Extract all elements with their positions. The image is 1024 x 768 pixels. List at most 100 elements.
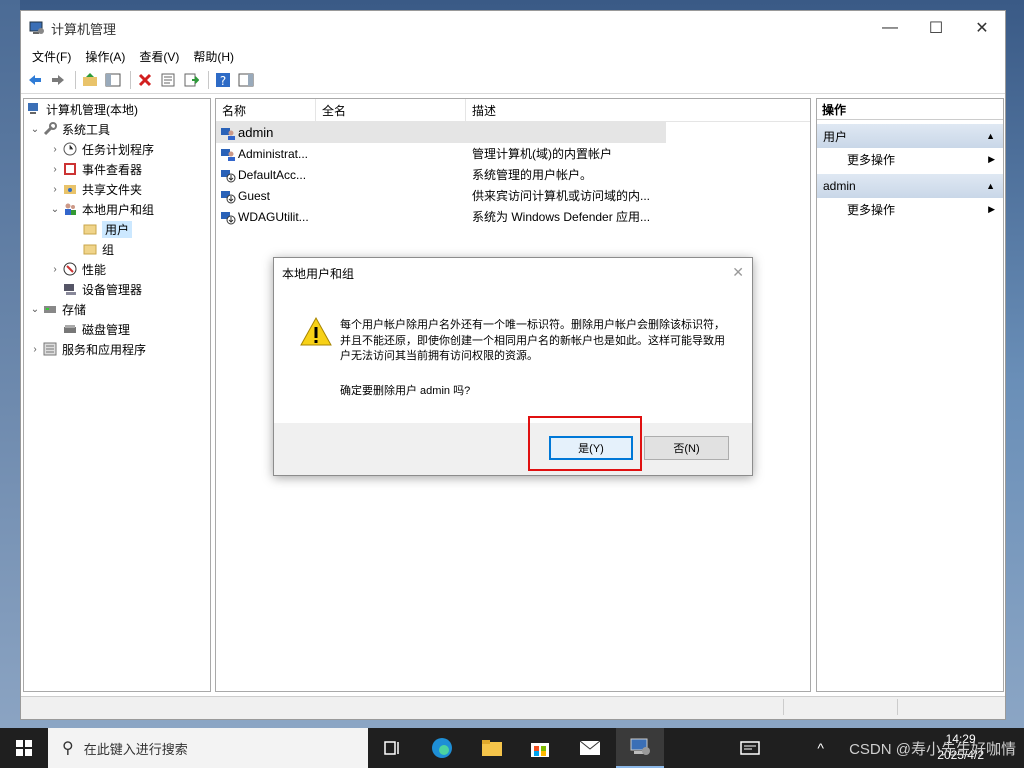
tree-item-users[interactable]: 用户 [24, 219, 210, 239]
folder-icon [82, 221, 98, 237]
submenu-arrow-icon: ▶ [988, 203, 995, 214]
disabled-user-icon [220, 188, 236, 204]
user-description: 管理计算机(域)的内置帐户 [472, 147, 612, 161]
user-name: admin [238, 125, 274, 140]
tree-item-local-users-groups[interactable]: ⌄ 本地用户和组 [24, 199, 210, 219]
minimize-button[interactable]: — [867, 11, 913, 45]
taskbar-search-box[interactable]: ⚲ 在此键入进行搜索 [48, 728, 368, 768]
svg-text:?: ? [220, 74, 226, 88]
tree-item-root[interactable]: 计算机管理(本地) [24, 99, 210, 119]
taskbar: ⚲ 在此键入进行搜索 ^ 14:29 2025/4/2 CSDN @寿小先生好咖… [0, 728, 1024, 768]
collapse-up-icon[interactable]: ▲ [986, 131, 995, 141]
column-header-full-name[interactable]: 全名 [316, 99, 466, 121]
tree-item-services-apps[interactable]: › 服务和应用程序 [24, 339, 210, 359]
submenu-arrow-icon: ▶ [988, 153, 995, 164]
chevron-right-icon[interactable]: › [48, 184, 62, 195]
more-actions-admin[interactable]: 更多操作 ▶ [817, 198, 1003, 220]
chevron-right-icon[interactable]: › [48, 264, 62, 275]
close-button[interactable]: ✕ [959, 11, 1005, 45]
storage-icon [42, 301, 58, 317]
computer-management-icon [29, 20, 45, 36]
user-name: Administrat... [238, 146, 309, 161]
table-row[interactable]: Guest 供来宾访问计算机或访问域的内... [216, 185, 810, 206]
edge-browser-icon[interactable] [418, 728, 466, 768]
toolbar-divider [75, 71, 76, 89]
disabled-user-icon [220, 167, 236, 183]
forward-icon[interactable] [48, 70, 68, 90]
status-divider [897, 699, 898, 715]
disk-icon [62, 321, 78, 337]
user-name: WDAGUtilit... [238, 209, 309, 224]
start-button[interactable] [0, 728, 48, 768]
user-name: Guest [238, 188, 271, 203]
notification-icon[interactable] [726, 728, 774, 768]
menu-view[interactable]: 查看(V) [132, 48, 186, 65]
table-row[interactable]: Administrat... 管理计算机(域)的内置帐户 [216, 143, 810, 164]
table-row[interactable]: DefaultAcc... 系统管理的用户帐户。 [216, 164, 810, 185]
dialog-close-button[interactable]: ✕ [732, 264, 744, 281]
actions-section-users[interactable]: 用户 ▲ [817, 124, 1003, 148]
dialog-message: 每个用户帐户除用户名外还有一个唯一标识符。删除用户帐户会删除该标识符，并且不能还… [340, 319, 725, 362]
chevron-right-icon[interactable]: › [48, 144, 62, 155]
show-hide-tree-icon[interactable] [103, 70, 123, 90]
tray-chevron-icon[interactable]: ^ [817, 728, 824, 768]
toolbar-divider [208, 71, 209, 89]
user-description: 系统为 Windows Defender 应用... [472, 210, 651, 224]
task-view-icon[interactable] [368, 728, 416, 768]
tree-item-shared-folders[interactable]: › 共享文件夹 [24, 179, 210, 199]
tree-item-device-manager[interactable]: 设备管理器 [24, 279, 210, 299]
column-header-description[interactable]: 描述 [466, 99, 666, 121]
table-row[interactable]: WDAGUtilit... 系统为 Windows Defender 应用... [216, 206, 810, 227]
user-description: 供来宾访问计算机或访问域的内... [472, 189, 651, 203]
user-name: DefaultAcc... [238, 167, 307, 182]
tree-item-groups[interactable]: 组 [24, 239, 210, 259]
menu-bar: 文件(F) 操作(A) 查看(V) 帮助(H) [21, 45, 1005, 67]
navigation-tree: 计算机管理(本地) ⌄ 系统工具 › 任务计划程序 › 事件查看器 › 共享文件… [23, 98, 211, 692]
chevron-down-icon[interactable]: ⌄ [28, 304, 42, 315]
help-icon[interactable]: ? [213, 70, 233, 90]
mail-icon[interactable] [566, 728, 614, 768]
dialog-confirm-question: 确定要删除用户 admin 吗? [340, 385, 471, 397]
services-icon [42, 341, 58, 357]
computer-management-icon [26, 101, 42, 117]
properties-icon[interactable] [158, 70, 178, 90]
tree-item-event-viewer[interactable]: › 事件查看器 [24, 159, 210, 179]
list-header: 名称 全名 描述 [216, 99, 810, 122]
store-icon[interactable] [516, 728, 564, 768]
device-manager-icon [62, 281, 78, 297]
no-button[interactable]: 否(N) [644, 436, 729, 460]
tree-item-storage[interactable]: ⌄ 存储 [24, 299, 210, 319]
toolbar: ? [21, 67, 1005, 94]
more-actions-users[interactable]: 更多操作 ▶ [817, 148, 1003, 170]
tree-item-system-tools[interactable]: ⌄ 系统工具 [24, 119, 210, 139]
chevron-right-icon[interactable]: › [48, 164, 62, 175]
table-row[interactable]: admin [216, 122, 666, 143]
chevron-right-icon[interactable]: › [28, 344, 42, 355]
toolbar-divider [130, 71, 131, 89]
windows-logo-icon [16, 740, 32, 756]
chevron-down-icon[interactable]: ⌄ [28, 124, 42, 135]
maximize-button[interactable]: ☐ [913, 11, 959, 45]
export-list-icon[interactable] [181, 70, 201, 90]
tree-item-task-scheduler[interactable]: › 任务计划程序 [24, 139, 210, 159]
show-action-pane-icon[interactable] [236, 70, 256, 90]
status-divider [783, 699, 784, 715]
computer-management-taskbar-icon[interactable] [616, 728, 664, 768]
up-folder-icon[interactable] [80, 70, 100, 90]
chevron-down-icon[interactable]: ⌄ [48, 204, 62, 215]
tree-item-disk-management[interactable]: 磁盘管理 [24, 319, 210, 339]
event-viewer-icon [62, 161, 78, 177]
disabled-user-icon [220, 209, 236, 225]
menu-help[interactable]: 帮助(H) [186, 48, 241, 65]
delete-icon[interactable] [135, 70, 155, 90]
column-header-name[interactable]: 名称 [216, 99, 316, 121]
menu-file[interactable]: 文件(F) [25, 48, 78, 65]
tree-item-performance[interactable]: › 性能 [24, 259, 210, 279]
yes-button[interactable]: 是(Y) [549, 436, 633, 460]
back-icon[interactable] [25, 70, 45, 90]
actions-section-admin[interactable]: admin ▲ [817, 174, 1003, 198]
performance-icon [62, 261, 78, 277]
file-explorer-icon[interactable] [468, 728, 516, 768]
collapse-up-icon[interactable]: ▲ [986, 181, 995, 191]
menu-action[interactable]: 操作(A) [78, 48, 132, 65]
